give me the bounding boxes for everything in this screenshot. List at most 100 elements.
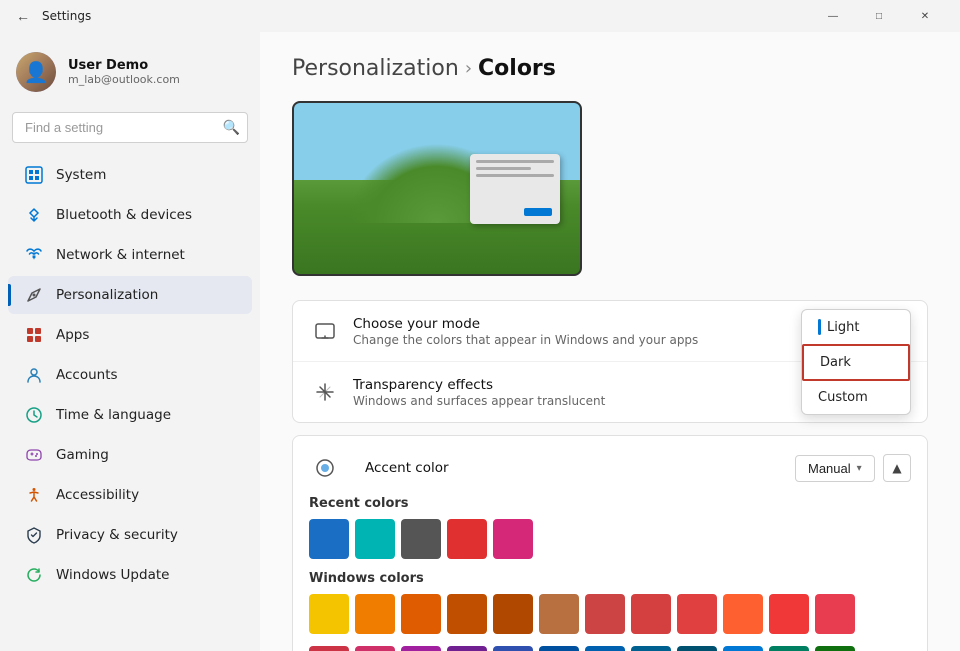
swatch-win-r2-11[interactable]	[815, 646, 855, 651]
titlebar-left: ← Settings	[12, 6, 91, 26]
swatch-win-4[interactable]	[493, 594, 533, 634]
maximize-button[interactable]: □	[856, 0, 902, 32]
breadcrumb-separator: ›	[465, 58, 472, 79]
settings-row-mode: Choose your mode Change the colors that …	[293, 301, 927, 362]
sidebar: 👤 User Demo m_lab@outlook.com 🔍	[0, 32, 260, 651]
update-icon	[24, 565, 44, 585]
transparency-title: Transparency effects	[353, 377, 867, 393]
swatch-win-r2-8[interactable]	[677, 646, 717, 651]
titlebar-title: Settings	[42, 9, 91, 23]
nav-label-gaming: Gaming	[56, 447, 109, 463]
swatch-win-r2-2[interactable]	[401, 646, 441, 651]
accent-section: Accent color Manual ▾ ▲ Recent colors	[292, 435, 928, 651]
swatch-win-r2-5[interactable]	[539, 646, 579, 651]
swatch-win-3[interactable]	[447, 594, 487, 634]
nav-item-personalization[interactable]: Personalization	[8, 276, 252, 314]
close-button[interactable]: ✕	[902, 0, 948, 32]
preview-container	[292, 101, 582, 276]
swatch-win-10[interactable]	[769, 594, 809, 634]
swatch-win-r2-0[interactable]	[309, 646, 349, 651]
nav-item-network[interactable]: Network & internet	[8, 236, 252, 274]
search-icon: 🔍	[223, 120, 240, 136]
swatch-win-0[interactable]	[309, 594, 349, 634]
swatch-win-2[interactable]	[401, 594, 441, 634]
main-content: Personalization › Colors	[260, 32, 960, 651]
nav-item-bluetooth[interactable]: Bluetooth & devices	[8, 196, 252, 234]
nav-label-privacy: Privacy & security	[56, 527, 178, 543]
swatch-win-r2-6[interactable]	[585, 646, 625, 651]
nav-item-privacy[interactable]: Privacy & security	[8, 516, 252, 554]
minimize-button[interactable]: —	[810, 0, 856, 32]
titlebar-controls: — □ ✕	[810, 0, 948, 32]
privacy-icon	[24, 525, 44, 545]
nav-label-update: Windows Update	[56, 567, 169, 583]
dropdown-item-custom[interactable]: Custom	[802, 381, 910, 414]
swatch-win-6[interactable]	[585, 594, 625, 634]
swatch-win-11[interactable]	[815, 594, 855, 634]
nav-label-system: System	[56, 167, 106, 183]
windows-colors-label: Windows colors	[309, 571, 911, 586]
user-profile[interactable]: 👤 User Demo m_lab@outlook.com	[0, 40, 260, 108]
swatch-recent-0[interactable]	[309, 519, 349, 559]
swatch-recent-2[interactable]	[401, 519, 441, 559]
gaming-icon	[24, 445, 44, 465]
swatch-recent-3[interactable]	[447, 519, 487, 559]
accent-color-label: Accent color	[365, 460, 449, 476]
nav-item-accessibility[interactable]: Accessibility	[8, 476, 252, 514]
system-icon	[24, 165, 44, 185]
breadcrumb-parent[interactable]: Personalization	[292, 56, 459, 81]
time-icon	[24, 405, 44, 425]
swatch-win-1[interactable]	[355, 594, 395, 634]
mode-dropdown-popup: Light Dark Custom	[801, 309, 911, 415]
user-info: User Demo m_lab@outlook.com	[68, 58, 180, 86]
swatch-recent-4[interactable]	[493, 519, 533, 559]
windows-color-swatches-row1	[309, 594, 911, 634]
search-input[interactable]	[12, 112, 248, 143]
nav-label-apps: Apps	[56, 327, 89, 343]
swatch-win-r2-7[interactable]	[631, 646, 671, 651]
search-box: 🔍	[12, 112, 248, 143]
avatar: 👤	[16, 52, 56, 92]
accent-dropdown-button[interactable]: Manual ▾	[795, 455, 875, 482]
avatar-image: 👤	[16, 52, 56, 92]
nav-label-network: Network & internet	[56, 247, 185, 263]
dropdown-item-light[interactable]: Light	[802, 310, 910, 344]
accent-icon	[309, 452, 341, 484]
dropdown-item-dark[interactable]: Dark	[802, 344, 910, 381]
preview-dialog-line3	[476, 174, 554, 177]
app-body: 👤 User Demo m_lab@outlook.com 🔍	[0, 32, 960, 651]
swatch-recent-1[interactable]	[355, 519, 395, 559]
swatch-win-r2-3[interactable]	[447, 646, 487, 651]
swatch-win-7[interactable]	[631, 594, 671, 634]
accent-label-group: Accent color	[309, 452, 795, 484]
accent-collapse-button[interactable]: ▲	[883, 454, 911, 482]
back-button[interactable]: ←	[12, 6, 34, 26]
windows-color-swatches-row2	[309, 646, 911, 651]
nav-item-gaming[interactable]: Gaming	[8, 436, 252, 474]
dropdown-label-dark: Dark	[820, 355, 851, 370]
preview-dialog-line2	[476, 167, 531, 170]
nav-item-accounts[interactable]: Accounts	[8, 356, 252, 394]
dropdown-label-custom: Custom	[818, 390, 868, 405]
nav-item-apps[interactable]: Apps	[8, 316, 252, 354]
swatch-win-r2-1[interactable]	[355, 646, 395, 651]
dropdown-label-light: Light	[827, 320, 859, 335]
swatch-win-5[interactable]	[539, 594, 579, 634]
preview-wallpaper	[294, 103, 580, 274]
nav-label-accessibility: Accessibility	[56, 487, 139, 503]
swatch-win-8[interactable]	[677, 594, 717, 634]
transparency-icon	[309, 376, 341, 408]
swatch-win-9[interactable]	[723, 594, 763, 634]
recent-color-swatches	[309, 519, 911, 559]
light-indicator	[818, 319, 821, 335]
swatch-win-r2-9[interactable]	[723, 646, 763, 651]
swatch-win-r2-4[interactable]	[493, 646, 533, 651]
recent-colors-label: Recent colors	[309, 496, 911, 511]
nav-item-system[interactable]: System	[8, 156, 252, 194]
bluetooth-icon	[24, 205, 44, 225]
nav-label-accounts: Accounts	[56, 367, 118, 383]
swatch-win-r2-10[interactable]	[769, 646, 809, 651]
nav-item-time[interactable]: Time & language	[8, 396, 252, 434]
nav-item-update[interactable]: Windows Update	[8, 556, 252, 594]
accent-dropdown-chevron: ▾	[857, 463, 862, 474]
